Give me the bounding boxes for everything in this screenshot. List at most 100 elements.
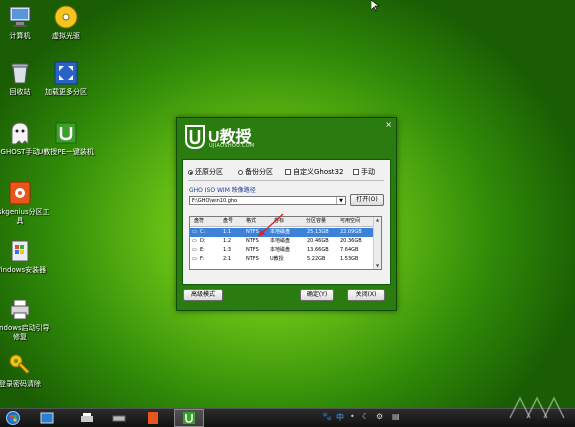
desktop-icon-label: 计算机 xyxy=(9,32,31,40)
table-cell: E: xyxy=(200,247,205,253)
table-cell: 1:2 xyxy=(223,238,232,244)
moon-icon[interactable]: ☾ xyxy=(362,412,369,421)
image-path-label: GHO ISO WIM 映像路径 xyxy=(189,187,256,194)
chevron-down-icon[interactable]: ▼ xyxy=(336,197,345,204)
table-header: 盘符 盘号 格式 卷标 分区容量 可用空间 xyxy=(190,217,373,227)
column-header: 分区容量 xyxy=(306,218,327,224)
image-path-value: F:\GHO\win10.gho xyxy=(192,198,238,204)
radio-dot xyxy=(238,169,243,175)
table-cell: D: xyxy=(200,238,206,244)
virtual-drive-desktop-icon[interactable]: 虚拟光驱 xyxy=(34,4,98,41)
restore-label: 还原分区 xyxy=(195,168,223,176)
mode-options: 还原分区 备份分区 自定义Ghost32 手动 xyxy=(188,167,388,177)
taskbar: 🐾 中 • ☾ ⚙ ▤ xyxy=(0,408,575,427)
installer-window: × U教授 UJIAOSHOU.COM 还原分区 备份分区 自定义Ghost32… xyxy=(176,117,397,311)
load-partitions-desktop-icon[interactable]: 加载更多分区 xyxy=(34,60,98,97)
printer-repair-icon xyxy=(10,299,30,320)
desktop-icon-label: 登录密码清除 xyxy=(0,380,41,388)
checkbox-box xyxy=(353,169,359,175)
table-cell: U教授 xyxy=(270,256,284,262)
desktop-icon-label: Diskgenius分区工具 xyxy=(0,208,50,225)
network-icon[interactable]: ▤ xyxy=(392,412,400,421)
partition-tool-icon[interactable] xyxy=(146,411,160,425)
scroll-down-icon[interactable]: ▼ xyxy=(374,263,381,269)
table-cell: NTFS xyxy=(246,256,259,262)
dot-icon[interactable]: • xyxy=(350,412,355,421)
desktop-icon-label: Windows安装器 xyxy=(0,266,47,274)
window-close-icon[interactable]: × xyxy=(385,120,392,129)
expand-arrows-icon xyxy=(54,61,78,85)
drive-icon: ▭ xyxy=(192,229,197,235)
disc-icon xyxy=(54,5,78,29)
u-shield-icon xyxy=(183,412,195,424)
table-cell: C: xyxy=(200,229,206,235)
backup-radio[interactable]: 备份分区 xyxy=(238,167,273,177)
table-cell: 本地磁盘 xyxy=(270,238,291,244)
scroll-up-icon[interactable]: ▲ xyxy=(374,217,381,223)
installer-icon xyxy=(11,240,29,262)
table-cell: F: xyxy=(200,256,205,262)
open-button[interactable]: 打开(O) xyxy=(350,194,384,206)
printer-icon[interactable] xyxy=(80,411,94,425)
computer-icon xyxy=(9,6,31,27)
table-scrollbar[interactable]: ▲ ▼ xyxy=(373,217,381,269)
drive-icon: ▭ xyxy=(192,247,197,253)
table-cell: 1:3 xyxy=(223,247,232,253)
advanced-mode-button[interactable]: 高级模式 xyxy=(183,289,223,301)
table-cell: 22.09GB xyxy=(340,229,362,235)
paw-icon[interactable]: 🐾 xyxy=(322,412,332,421)
checkbox-box xyxy=(285,169,291,175)
table-cell: 1.53GB xyxy=(340,256,359,262)
column-header: 盘号 xyxy=(223,218,234,224)
ghost-icon xyxy=(11,122,29,146)
manual-checkbox[interactable]: 手动 xyxy=(353,167,375,177)
close-button[interactable]: 关闭(X) xyxy=(347,289,385,301)
diskgenius-desktop-icon[interactable]: Diskgenius分区工具 xyxy=(0,180,52,226)
image-path-select[interactable]: F:\GHO\win10.gho ▼ xyxy=(189,196,346,205)
table-cell: 2:1 xyxy=(223,256,232,262)
custom-label: 自定义Ghost32 xyxy=(293,168,344,176)
drive-icon: ▭ xyxy=(192,238,197,244)
table-cell: 13.66GB xyxy=(307,247,329,253)
table-row[interactable]: ▭ F: 2:1 NTFS U教授 5.22GB 1.53GB xyxy=(190,255,373,264)
ujiaoshou-pe-desktop-icon[interactable]: U教授PE一键装机 xyxy=(34,120,98,157)
table-cell: 本地磁盘 xyxy=(270,247,291,253)
radio-dot xyxy=(188,169,193,175)
table-cell: 20.36GB xyxy=(340,238,362,244)
mouse-cursor-icon xyxy=(371,0,380,12)
partition-table: 盘符 盘号 格式 卷标 分区容量 可用空间 ▭ C: 1:1 NTFS 本地磁盘 25.1… xyxy=(189,216,382,270)
start-button-icon[interactable] xyxy=(6,411,20,425)
custom-ghost-checkbox[interactable]: 自定义Ghost32 xyxy=(285,167,343,177)
table-cell: 25.13GB xyxy=(307,229,329,235)
table-cell: NTFS xyxy=(246,247,259,253)
explorer-icon[interactable] xyxy=(40,411,54,425)
column-header: 格式 xyxy=(246,218,257,224)
backup-label: 备份分区 xyxy=(245,168,273,176)
u-shield-icon xyxy=(55,122,77,144)
password-clear-desktop-icon[interactable]: 登录密码清除 xyxy=(0,352,52,389)
desktop-icon-label: 加载更多分区 xyxy=(45,88,87,96)
u-logo-icon xyxy=(185,125,205,149)
desktop-icon-label: 虚拟光驱 xyxy=(52,32,80,40)
windows-installer-desktop-icon[interactable]: Windows安装器 xyxy=(0,238,52,275)
restore-radio[interactable]: 还原分区 xyxy=(188,167,223,177)
logo-subtext: UJIAOSHOU.COM xyxy=(209,143,255,149)
options-panel: 还原分区 备份分区 自定义Ghost32 手动 GHO ISO WIM 映像路径… xyxy=(182,159,391,285)
diskgenius-icon xyxy=(9,181,31,205)
table-row[interactable]: ▭ E: 1:3 NTFS 本地磁盘 13.66GB 7.64GB xyxy=(190,246,373,255)
table-cell: NTFS xyxy=(246,229,259,235)
key-icon xyxy=(9,354,30,375)
taskbar-active-app[interactable] xyxy=(174,409,204,427)
table-cell: 5.22GB xyxy=(307,256,326,262)
table-cell: 1:1 xyxy=(223,229,232,235)
drive-icon[interactable] xyxy=(112,411,126,425)
ok-button[interactable]: 确定(Y) xyxy=(300,289,334,301)
column-header: 可用空间 xyxy=(340,218,361,224)
table-row[interactable]: ▭ D: 1:2 NTFS 本地磁盘 20.46GB 20.36GB xyxy=(190,237,373,246)
table-cell: 7.64GB xyxy=(340,247,359,253)
settings-icon[interactable]: ⚙ xyxy=(376,412,383,421)
ime-indicator[interactable]: 中 xyxy=(336,412,344,423)
table-row[interactable]: ▭ C: 1:1 NTFS 本地磁盘 25.13GB 22.09GB xyxy=(190,228,373,237)
table-cell: 本地磁盘 xyxy=(270,229,291,235)
boot-repair-desktop-icon[interactable]: Windows启动引导修复 xyxy=(0,296,52,342)
